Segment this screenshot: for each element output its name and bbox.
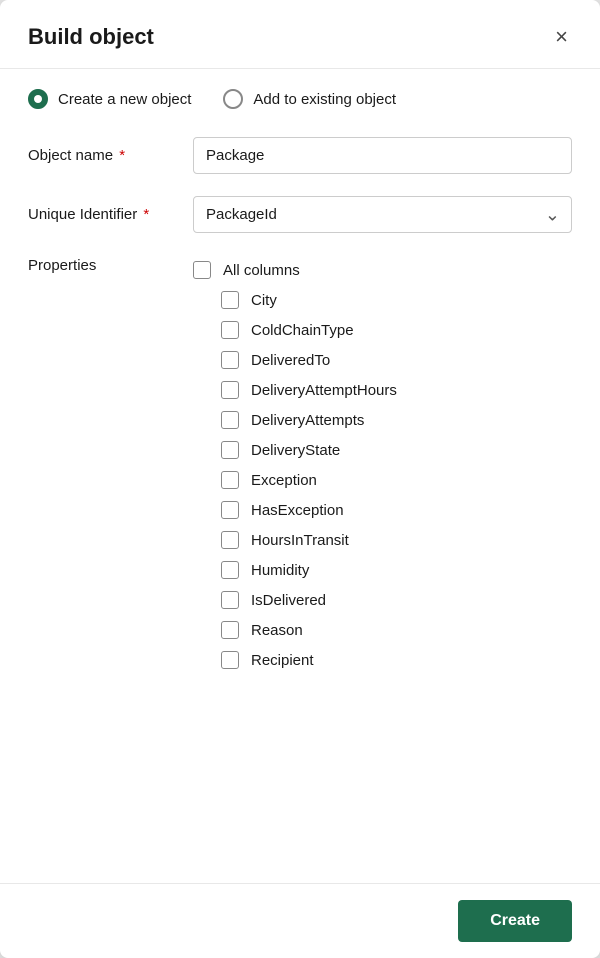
object-name-required: *	[115, 147, 125, 164]
property-isdelivered-label: IsDelivered	[251, 592, 326, 609]
property-hasexception-label: HasException	[251, 502, 344, 519]
unique-identifier-label: Unique Identifier *	[28, 206, 193, 223]
property-deliveryattempts-label: DeliveryAttempts	[251, 412, 364, 429]
property-deliveredto-label: DeliveredTo	[251, 352, 330, 369]
dialog-footer: Create	[0, 883, 600, 958]
create-button[interactable]: Create	[458, 900, 572, 942]
properties-label: Properties	[28, 255, 193, 274]
unique-identifier-required: *	[139, 206, 149, 223]
property-city-label: City	[251, 292, 277, 309]
property-humidity-checkbox[interactable]	[221, 561, 239, 579]
create-new-option[interactable]: Create a new object	[28, 89, 191, 109]
property-recipient-checkbox[interactable]	[221, 651, 239, 669]
property-city-checkbox[interactable]	[221, 291, 239, 309]
object-name-row: Object name *	[28, 137, 572, 174]
property-recipient-label: Recipient	[251, 652, 314, 669]
list-item: DeliveryAttempts	[193, 405, 572, 435]
property-deliveryattempthours-label: DeliveryAttemptHours	[251, 382, 397, 399]
unique-identifier-select-wrapper: PackageId City ColdChainType ⌄	[193, 196, 572, 233]
list-item: Exception	[193, 465, 572, 495]
properties-section: Properties All columns City ColdChainTyp…	[28, 255, 572, 675]
list-item: HoursInTransit	[193, 525, 572, 555]
property-humidity-label: Humidity	[251, 562, 309, 579]
list-item: City	[193, 285, 572, 315]
property-reason-label: Reason	[251, 622, 303, 639]
build-object-dialog: Build object × Create a new object Add t…	[0, 0, 600, 958]
properties-list: All columns City ColdChainType Delivered…	[193, 255, 572, 675]
property-reason-checkbox[interactable]	[221, 621, 239, 639]
dialog-title: Build object	[28, 24, 154, 50]
property-deliveredto-checkbox[interactable]	[221, 351, 239, 369]
add-existing-radio[interactable]	[223, 89, 243, 109]
list-item: IsDelivered	[193, 585, 572, 615]
list-item: ColdChainType	[193, 315, 572, 345]
all-columns-row: All columns	[193, 255, 572, 285]
list-item: DeliveryState	[193, 435, 572, 465]
property-hoursintransit-checkbox[interactable]	[221, 531, 239, 549]
property-exception-label: Exception	[251, 472, 317, 489]
unique-identifier-select[interactable]: PackageId City ColdChainType	[193, 196, 572, 233]
create-new-label: Create a new object	[58, 91, 191, 108]
list-item: Humidity	[193, 555, 572, 585]
unique-identifier-row: Unique Identifier * PackageId City ColdC…	[28, 196, 572, 233]
add-existing-label: Add to existing object	[253, 91, 396, 108]
object-name-input[interactable]	[193, 137, 572, 174]
property-hasexception-checkbox[interactable]	[221, 501, 239, 519]
list-item: DeliveryAttemptHours	[193, 375, 572, 405]
property-deliveryattempthours-checkbox[interactable]	[221, 381, 239, 399]
radio-group: Create a new object Add to existing obje…	[28, 89, 572, 109]
object-name-label: Object name *	[28, 147, 193, 164]
property-coldchaintype-checkbox[interactable]	[221, 321, 239, 339]
property-deliverystate-label: DeliveryState	[251, 442, 340, 459]
all-columns-label: All columns	[223, 262, 300, 279]
property-deliveryattempts-checkbox[interactable]	[221, 411, 239, 429]
all-columns-checkbox[interactable]	[193, 261, 211, 279]
dialog-header: Build object ×	[0, 0, 600, 69]
list-item: Recipient	[193, 645, 572, 675]
dialog-content: Create a new object Add to existing obje…	[0, 69, 600, 883]
property-isdelivered-checkbox[interactable]	[221, 591, 239, 609]
property-deliverystate-checkbox[interactable]	[221, 441, 239, 459]
list-item: Reason	[193, 615, 572, 645]
property-exception-checkbox[interactable]	[221, 471, 239, 489]
list-item: DeliveredTo	[193, 345, 572, 375]
add-existing-option[interactable]: Add to existing object	[223, 89, 396, 109]
property-coldchaintype-label: ColdChainType	[251, 322, 354, 339]
property-hoursintransit-label: HoursInTransit	[251, 532, 349, 549]
close-button[interactable]: ×	[551, 22, 572, 52]
create-new-radio[interactable]	[28, 89, 48, 109]
list-item: HasException	[193, 495, 572, 525]
